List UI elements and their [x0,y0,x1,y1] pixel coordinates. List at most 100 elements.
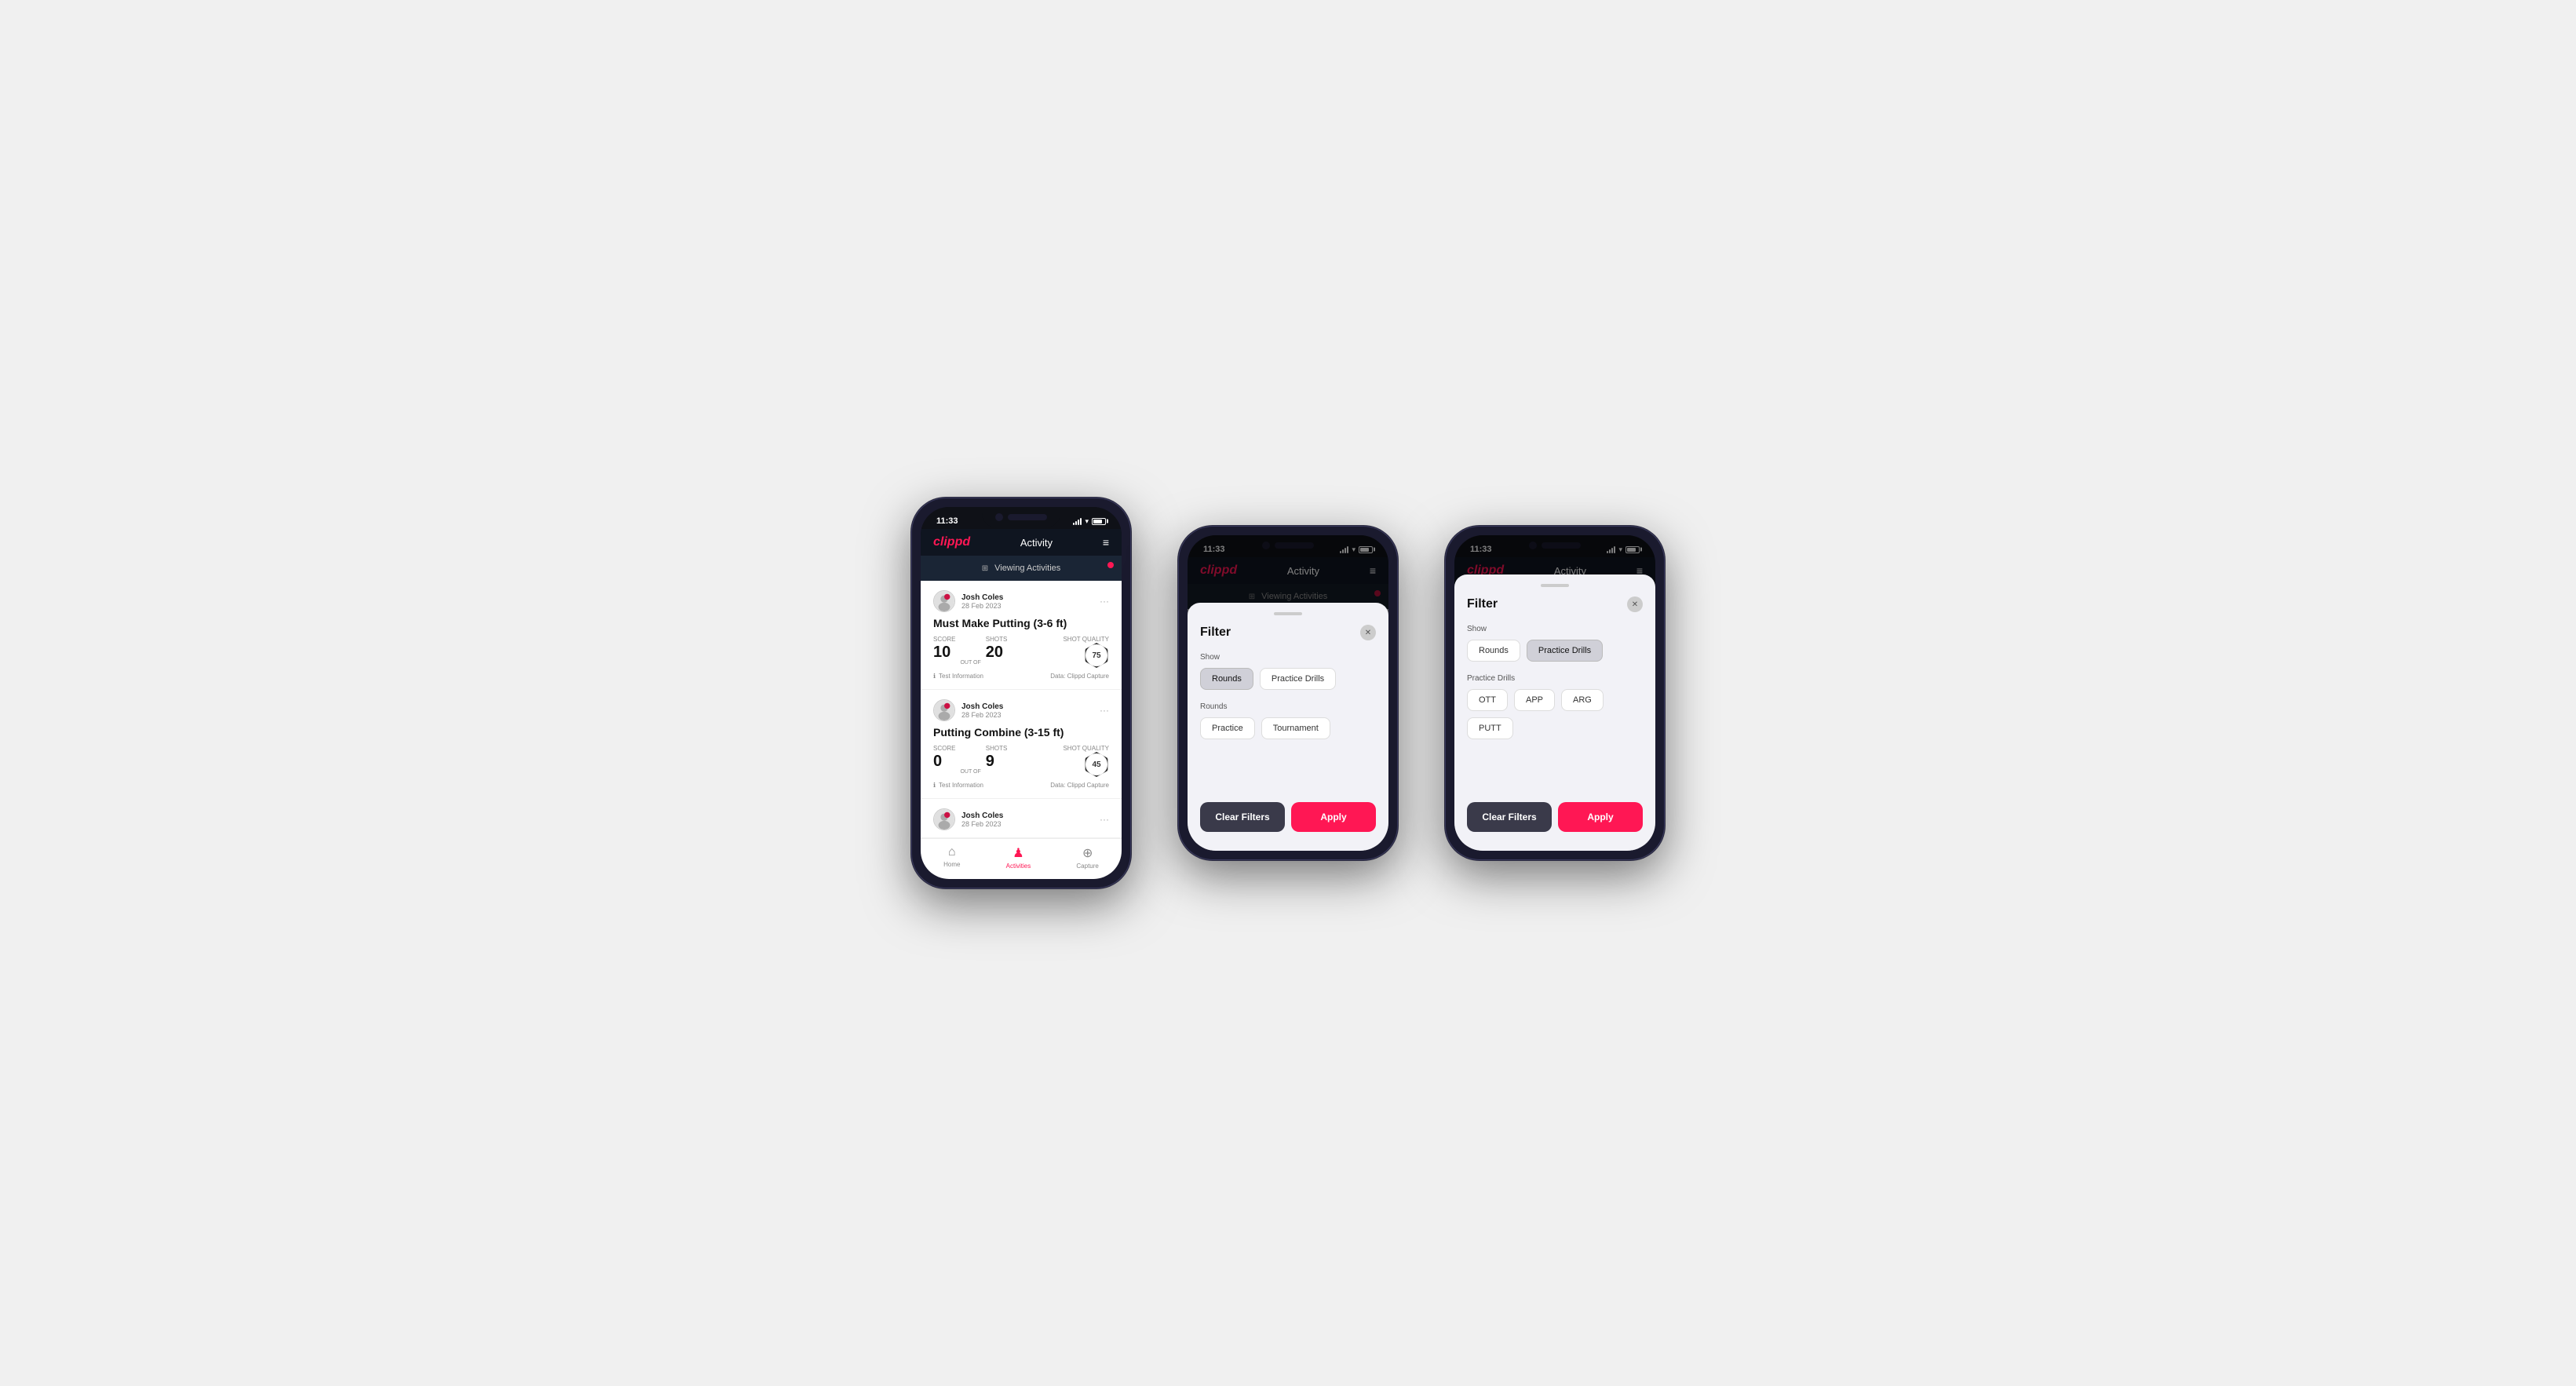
test-info-text-2: Test Information [939,782,983,789]
ott-btn-3[interactable]: OTT [1467,689,1508,711]
score-value-2: 0 [933,753,955,771]
practice-drills-buttons-3: OTT APP ARG PUTT [1467,689,1643,739]
user-details-1: Josh Coles 28 Feb 2023 [961,593,1003,610]
user-name-1: Josh Coles [961,593,1003,602]
stats-row-1: Score 10 OUT OF Shots 20 Shot Quality 75 [933,636,1109,668]
rounds-label-2: Rounds [1200,702,1376,711]
filter-handle-3 [1541,584,1569,587]
activity-title-1: Must Make Putting (3-6 ft) [933,617,1109,629]
filter-title-2: Filter [1200,626,1231,640]
home-label: Home [943,861,960,868]
filter-handle-2 [1274,612,1302,615]
card-footer-1: ℹ Test Information Data: Clippd Capture [933,673,1109,680]
activities-icon: ♟ [1013,845,1023,861]
rounds-toggle-btn-3[interactable]: Rounds [1467,640,1520,662]
battery-icon [1092,518,1106,525]
user-info-2: Josh Coles 28 Feb 2023 [933,699,1003,721]
battery-fill [1093,520,1102,523]
notification-dot-1 [1107,562,1114,568]
filter-actions-3: Clear Filters Apply [1467,802,1643,832]
app-header-1: clippd Activity ≡ [921,529,1122,556]
nav-capture[interactable]: ⊕ Capture [1076,845,1098,870]
capture-label: Capture [1076,863,1098,870]
shots-value-2: 9 [986,753,1008,771]
phone-1-screen: 11:33 ▾ clippd Activity [921,507,1122,879]
nav-activities[interactable]: ♟ Activities [1006,845,1031,870]
apply-btn-3[interactable]: Apply [1558,802,1643,832]
data-source-2: Data: Clippd Capture [1050,782,1109,789]
logo-1: clippd [933,535,970,549]
filter-icon-1: ⊞ [982,564,988,573]
close-filter-btn-2[interactable]: ✕ [1360,625,1376,640]
viewing-banner-text-1: Viewing Activities [994,564,1060,573]
show-buttons-3: Rounds Practice Drills [1467,640,1643,662]
sq-value-1: 75 [1092,651,1100,660]
arg-btn-3[interactable]: ARG [1561,689,1604,711]
filter-actions-2: Clear Filters Apply [1200,802,1376,832]
more-button-2[interactable]: ··· [1100,705,1109,716]
nav-home[interactable]: ⌂ Home [943,845,960,870]
signal-icon [1073,518,1082,525]
phone-3: 11:33 ▾ clippd Activity [1445,526,1665,860]
more-button-1[interactable]: ··· [1100,596,1109,607]
home-icon: ⌂ [948,845,956,859]
clear-filters-btn-2[interactable]: Clear Filters [1200,802,1285,832]
activities-list-1: Josh Coles 28 Feb 2023 ··· Must Make Put… [921,581,1122,838]
data-source-1: Data: Clippd Capture [1050,673,1109,680]
sq-badge-2: 45 [1084,752,1109,777]
activity-card-3[interactable]: Josh Coles 28 Feb 2023 ··· [921,799,1122,838]
show-label-2: Show [1200,653,1376,662]
user-name-2: Josh Coles [961,702,1003,711]
card-header-3: Josh Coles 28 Feb 2023 ··· [933,808,1109,830]
test-info-2: ℹ Test Information [933,782,983,789]
clear-filters-btn-3[interactable]: Clear Filters [1467,802,1552,832]
camera-dot [995,513,1003,521]
filter-overlay-3: Filter ✕ Show Rounds Practice Drills Pra… [1454,535,1655,851]
avatar-1 [933,590,955,612]
user-date-1: 28 Feb 2023 [961,602,1003,610]
header-title-1: Activity [1020,537,1053,549]
avatar-img-1 [934,591,954,611]
show-buttons-2: Rounds Practice Drills [1200,668,1376,690]
score-label-1: Score [933,636,955,643]
practice-drills-label-3: Practice Drills [1467,674,1643,683]
viewing-banner-1[interactable]: ⊞ Viewing Activities [921,556,1122,581]
shots-label-1: Shots [986,636,1008,643]
out-of-1: OUT OF [960,660,980,668]
avatar-img-2 [934,700,954,720]
apply-btn-2[interactable]: Apply [1291,802,1376,832]
activity-card-2[interactable]: Josh Coles 28 Feb 2023 ··· Putting Combi… [921,690,1122,799]
phone-1: 11:33 ▾ clippd Activity [911,498,1131,888]
sq-badge-1: 75 [1084,643,1109,668]
show-label-3: Show [1467,625,1643,633]
rounds-buttons-2: Practice Tournament [1200,717,1376,739]
user-date-2: 28 Feb 2023 [961,711,1003,719]
test-info-text-1: Test Information [939,673,983,680]
user-details-3: Josh Coles 28 Feb 2023 [961,812,1003,828]
score-label-2: Score [933,745,955,752]
more-button-3[interactable]: ··· [1100,814,1109,825]
putt-btn-3[interactable]: PUTT [1467,717,1513,739]
user-info-1: Josh Coles 28 Feb 2023 [933,590,1003,612]
close-filter-btn-3[interactable]: ✕ [1627,596,1643,612]
rounds-toggle-btn-2[interactable]: Rounds [1200,668,1253,690]
scene: 11:33 ▾ clippd Activity [864,450,1712,936]
status-time-1: 11:33 [936,516,958,526]
filter-sheet-2: Filter ✕ Show Rounds Practice Drills Rou… [1188,603,1388,851]
sq-label-1: Shot Quality [1063,636,1109,643]
filter-sheet-3: Filter ✕ Show Rounds Practice Drills Pra… [1454,574,1655,851]
speaker-bar [1008,514,1047,520]
tournament-btn-2[interactable]: Tournament [1261,717,1330,739]
activity-card-1[interactable]: Josh Coles 28 Feb 2023 ··· Must Make Put… [921,581,1122,690]
notch-1 [982,507,1060,527]
user-info-3: Josh Coles 28 Feb 2023 [933,808,1003,830]
avatar-3 [933,808,955,830]
user-details-2: Josh Coles 28 Feb 2023 [961,702,1003,719]
avatar-2 [933,699,955,721]
practice-drills-toggle-btn-3[interactable]: Practice Drills [1527,640,1603,662]
practice-round-btn-2[interactable]: Practice [1200,717,1255,739]
hamburger-icon-1[interactable]: ≡ [1103,536,1109,549]
app-btn-3[interactable]: APP [1514,689,1555,711]
avatar-img-3 [934,809,954,830]
practice-drills-toggle-btn-2[interactable]: Practice Drills [1260,668,1336,690]
